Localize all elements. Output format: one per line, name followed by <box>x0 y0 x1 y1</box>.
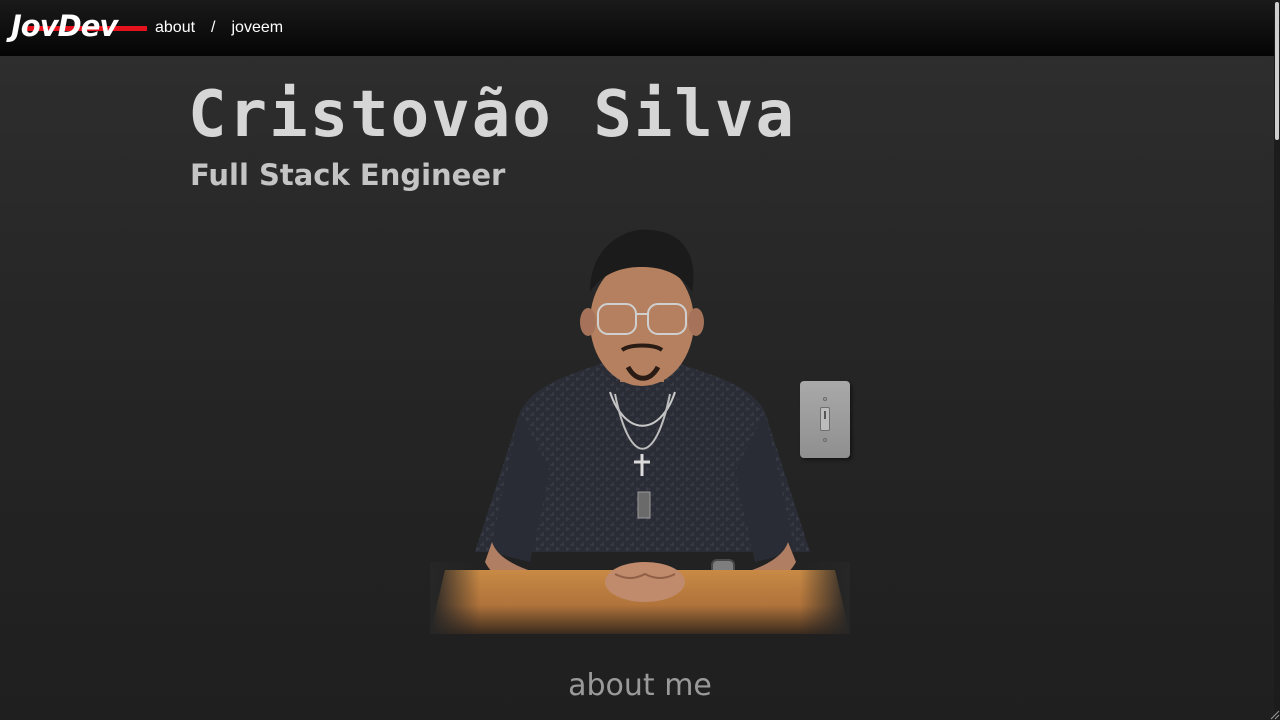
page: JovDev about / joveem Cristovão Silva Fu… <box>0 0 1280 720</box>
page-scrollbar[interactable] <box>1274 0 1280 720</box>
resize-grip-icon[interactable] <box>1268 708 1280 720</box>
jovdev-logo[interactable]: JovDev <box>11 9 147 44</box>
switch-lever <box>824 411 826 419</box>
breadcrumb: about / joveem <box>155 19 283 37</box>
portrait-photo <box>430 229 850 634</box>
about-me-heading: about me <box>568 668 712 703</box>
breadcrumb-about-link[interactable]: about <box>155 19 195 37</box>
switch-screw-top <box>823 397 827 401</box>
logo-text: JovDev <box>11 9 118 43</box>
breadcrumb-joveem-link[interactable]: joveem <box>232 19 284 37</box>
top-navigation-bar: JovDev about / joveem <box>0 0 1274 56</box>
switch-screw-bottom <box>823 438 827 442</box>
job-title: Full Stack Engineer <box>190 158 506 192</box>
scrollbar-thumb[interactable] <box>1275 2 1279 140</box>
breadcrumb-separator: / <box>211 19 216 36</box>
page-title-name: Cristovão Silva <box>188 78 796 152</box>
light-switch-toggle[interactable] <box>800 381 850 458</box>
light-switch-icon <box>820 407 830 431</box>
